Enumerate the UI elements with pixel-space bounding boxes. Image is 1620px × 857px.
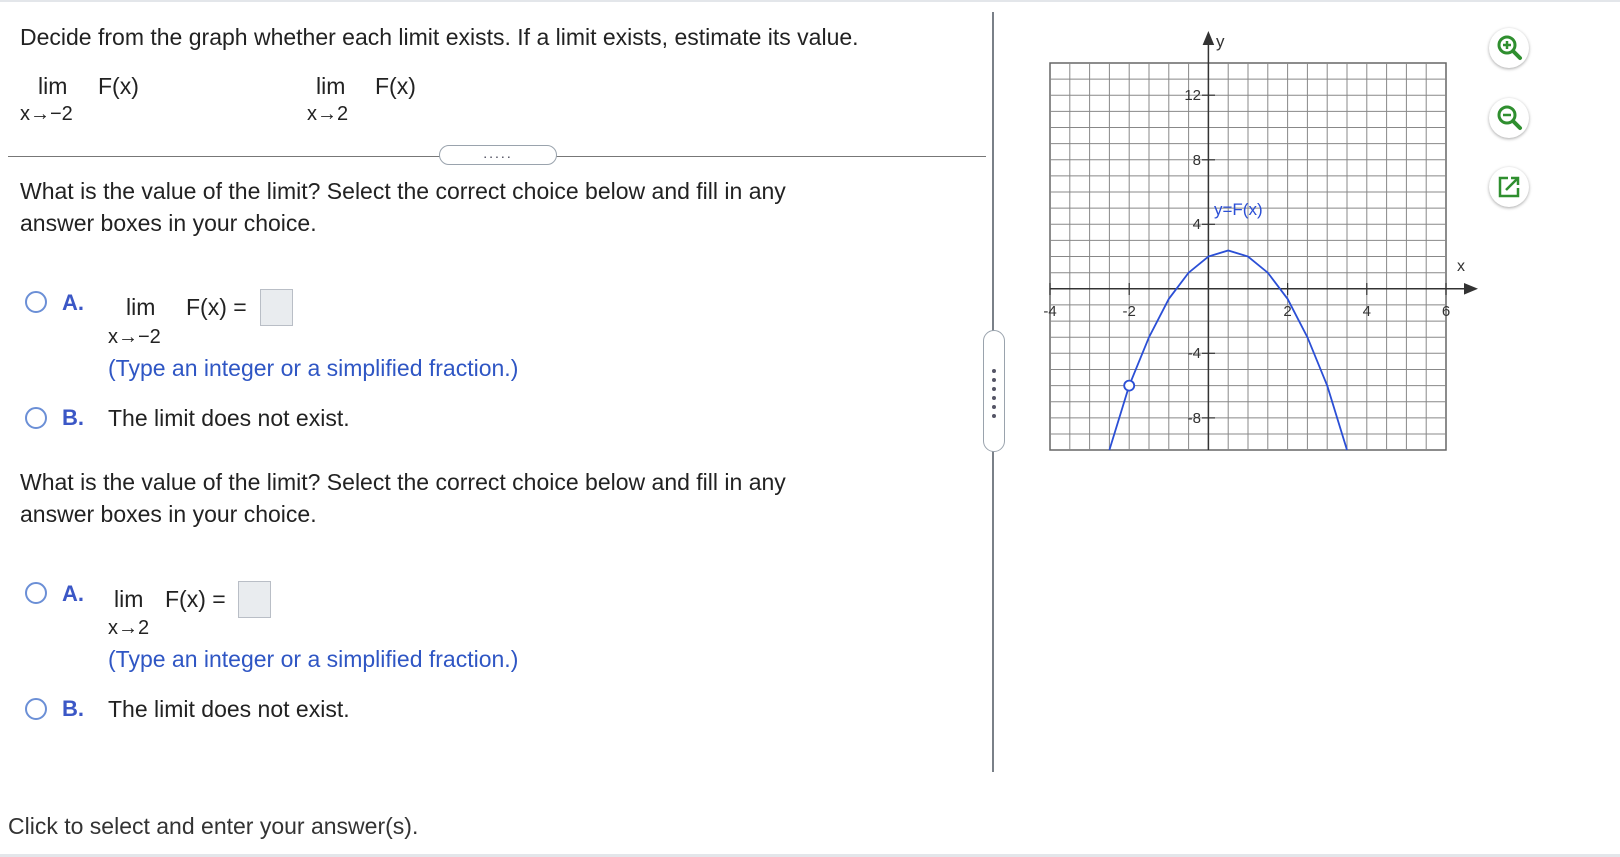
- question-2-answer-box[interactable]: [238, 581, 271, 618]
- zoom-out-button[interactable]: [1489, 98, 1529, 138]
- zoom-in-button[interactable]: [1489, 28, 1529, 68]
- question-1-hint: (Type an integer or a simplified fractio…: [108, 355, 519, 381]
- open-in-new-window-button[interactable]: [1489, 167, 1529, 207]
- x-tick-label: -2: [1123, 303, 1136, 320]
- limit-right-func: F(x): [375, 73, 416, 99]
- question-2-choice-a-func: F(x) =: [165, 586, 226, 612]
- curve-label: y=F(x): [1214, 200, 1263, 219]
- question-1-choice-a-op: lim: [126, 294, 156, 320]
- open-in-new-window-icon: [1498, 176, 1520, 198]
- question-2-choice-a-approach: x→2: [108, 617, 150, 639]
- y-tick-label: 8: [1193, 152, 1201, 169]
- zoom-out-icon: [1497, 105, 1522, 130]
- top-border: [0, 0, 1620, 2]
- y-axis-label: y: [1216, 32, 1225, 51]
- instruction-text: Decide from the graph whether each limit…: [20, 24, 859, 50]
- pane-resize-handle[interactable]: [983, 330, 1005, 452]
- question-1-choice-a-radio[interactable]: [25, 291, 47, 313]
- x-tick-label: 4: [1363, 303, 1371, 320]
- function-graph: y x -4 -2 2 4 6 12 8 4 -4 -8 y=F(x): [1043, 31, 1478, 451]
- zoom-in-icon: [1497, 35, 1522, 60]
- expand-toggle-button[interactable]: .....: [439, 145, 557, 165]
- question-1-prompt-line1: What is the value of the limit? Select t…: [20, 178, 786, 204]
- question-2-prompt-line1: What is the value of the limit? Select t…: [20, 469, 786, 495]
- question-2-choice-a-radio[interactable]: [25, 582, 47, 604]
- footer-instruction: Click to select and enter your answer(s)…: [8, 813, 419, 839]
- limit-right-op: lim: [316, 73, 346, 99]
- limit-left-func: F(x): [98, 73, 139, 99]
- question-2-prompt-line2: answer boxes in your choice.: [20, 501, 317, 527]
- x-tick-label: -4: [1043, 303, 1056, 320]
- question-2-choice-b-text[interactable]: The limit does not exist.: [108, 696, 350, 723]
- question-1-choice-a-label: A.: [62, 290, 84, 315]
- question-1-prompt-line2: answer boxes in your choice.: [20, 210, 317, 236]
- question-1-choice-b-label: B.: [62, 405, 84, 430]
- question-2-choice-a-op: lim: [114, 586, 144, 612]
- question-1-choice-b-text[interactable]: The limit does not exist.: [108, 405, 350, 432]
- y-tick-label: -4: [1188, 345, 1201, 362]
- question-1-choice-a-approach: x→−2: [108, 326, 161, 348]
- limit-left-op: lim: [38, 73, 68, 99]
- x-axis-label: x: [1457, 258, 1465, 275]
- question-1-choice-b-radio[interactable]: [25, 407, 47, 429]
- question-2-choice-b-radio[interactable]: [25, 698, 47, 720]
- question-2-choice-b-label: B.: [62, 696, 84, 721]
- x-tick-label: 6: [1442, 303, 1450, 320]
- y-tick-label: 4: [1193, 216, 1201, 233]
- open-circle-point: [1123, 379, 1136, 392]
- y-tick-label: -8: [1188, 410, 1201, 427]
- question-1-choice-a-func: F(x) =: [186, 294, 247, 320]
- limit-right-approach: x→2: [307, 103, 349, 125]
- question-1-answer-box[interactable]: [260, 289, 293, 326]
- y-tick-label: 12: [1184, 87, 1201, 104]
- limit-left-approach: x→−2: [20, 103, 73, 125]
- question-2-hint: (Type an integer or a simplified fractio…: [108, 646, 519, 672]
- question-2-choice-a-label: A.: [62, 581, 84, 606]
